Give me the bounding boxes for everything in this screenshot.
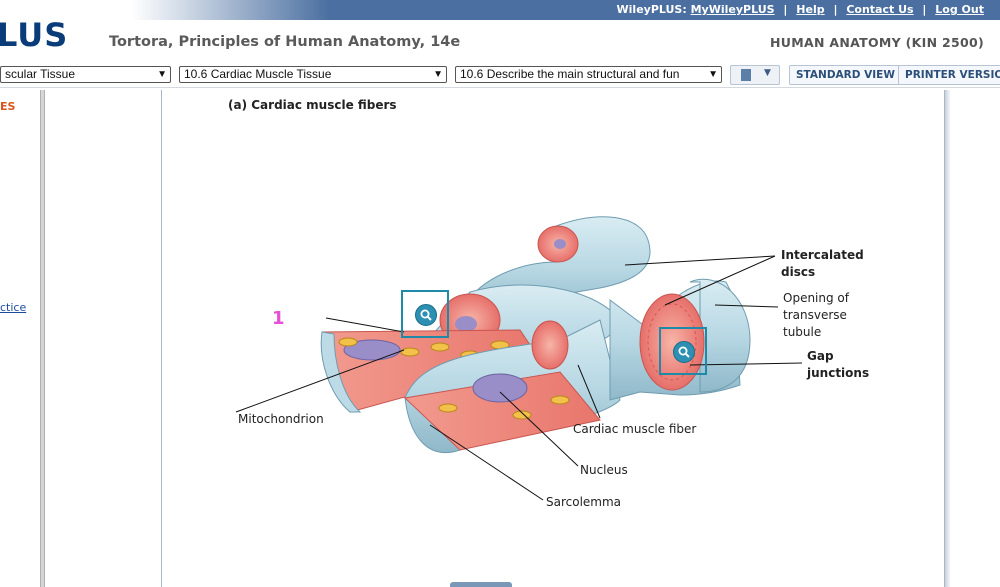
label-cardiac-muscle-fiber: Cardiac muscle fiber xyxy=(573,422,697,436)
app-window: WileyPLUS: MyWileyPLUS | Help | Contact … xyxy=(0,0,1000,587)
bottom-tab[interactable] xyxy=(450,582,512,587)
label-nucleus: Nucleus xyxy=(580,463,628,477)
label-mitochondrion: Mitochondrion xyxy=(238,412,324,426)
label-gap-junctions: Gap junctions xyxy=(807,349,870,380)
magnifier-icon xyxy=(415,304,437,326)
hotspot-number-label: 1 xyxy=(272,308,285,329)
label-opening-transverse-tubule: Opening of transverse tubule xyxy=(783,291,849,339)
zoom-hotspot-2[interactable] xyxy=(659,327,707,375)
label-intercalated-discs: Intercalated discs xyxy=(781,248,864,279)
zoom-hotspot-1[interactable] xyxy=(401,290,449,338)
label-sarcolemma: Sarcolemma xyxy=(546,495,622,509)
magnifier-icon xyxy=(673,341,695,363)
